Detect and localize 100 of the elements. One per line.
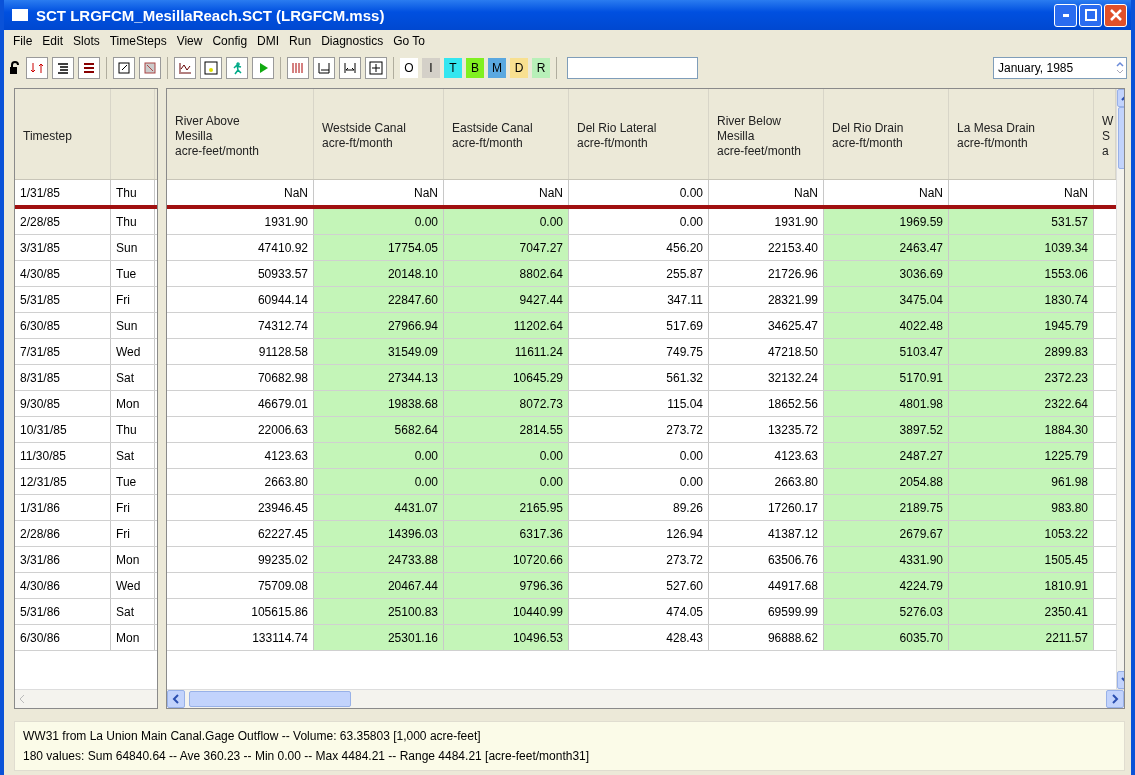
text-field[interactable]	[567, 57, 698, 79]
minimize-icon	[1062, 13, 1069, 17]
table-cell: 1039.34	[949, 235, 1094, 260]
table-cell: 5682.64	[314, 417, 444, 442]
menu-item[interactable]: Config	[207, 34, 253, 48]
crossed-window-icon	[143, 61, 157, 75]
table-cell: 0.00	[444, 209, 569, 234]
table-cell: 531.57	[949, 209, 1094, 234]
table-cell: 20148.10	[314, 261, 444, 286]
column-header: Westside Canal acre-ft/month	[314, 89, 444, 179]
table-cell: 10645.29	[444, 365, 569, 390]
toolbar-button[interactable]	[78, 57, 100, 79]
menu-item[interactable]: Diagnostics	[316, 34, 389, 48]
line-chart-icon	[178, 61, 192, 75]
close-button[interactable]	[1104, 3, 1127, 27]
table-cell: 4431.07	[314, 495, 444, 520]
table-cell: 20467.44	[314, 573, 444, 598]
scroll-thumb[interactable]	[189, 691, 351, 707]
swap-arrows-icon	[30, 61, 44, 75]
table-cell: 31549.09	[314, 339, 444, 364]
window-title: SCT LRGFCM_MesillaReach.SCT (LRGFCM.mss)	[36, 6, 386, 24]
table-cell: 0.00	[314, 469, 444, 494]
date-spinner[interactable]: January, 1985	[993, 57, 1127, 79]
maximize-icon	[1084, 9, 1097, 21]
table-cell: 983.80	[949, 495, 1094, 520]
column-header: Del Rio Lateral acre-ft/month	[569, 89, 709, 179]
table-cell: 24733.88	[314, 547, 444, 572]
width-arrows-icon	[343, 61, 357, 75]
table-cell: 2899.83	[949, 339, 1094, 364]
table-cell: 0.00	[444, 469, 569, 494]
table-cell: 2054.88	[824, 469, 949, 494]
flag-button[interactable]: B	[466, 58, 484, 78]
menu-item[interactable]: View	[171, 34, 208, 48]
columns-icon	[291, 61, 305, 75]
table-cell: 1945.79	[949, 313, 1094, 338]
scroll-right-button[interactable]	[1106, 690, 1124, 708]
bracket-icon	[317, 61, 331, 75]
column-header: River Below Mesilla acre-feet/month	[709, 89, 824, 179]
table-cell: 1505.45	[949, 547, 1094, 572]
table-cell: 3036.69	[824, 261, 949, 286]
bars-icon	[82, 61, 96, 75]
table-cell: 2814.55	[444, 417, 569, 442]
table-cell: 1969.59	[824, 209, 949, 234]
flag-button[interactable]: R	[532, 58, 550, 78]
column-header: La Mesa Drain acre-ft/month	[949, 89, 1094, 179]
table-cell: 10720.66	[444, 547, 569, 572]
menu-item[interactable]: TimeSteps	[104, 34, 172, 48]
table-cell: 10440.99	[444, 599, 569, 624]
column-header: Del Rio Drain acre-ft/month	[824, 89, 949, 179]
table-cell: 8802.64	[444, 261, 569, 286]
flag-button[interactable]: O	[400, 58, 418, 78]
rows-icon	[56, 61, 70, 75]
table-cell: 2350.41	[949, 599, 1094, 624]
table-cell: 2487.27	[824, 443, 949, 468]
menu-item[interactable]: Slots	[68, 34, 105, 48]
flag-button[interactable]: M	[488, 58, 506, 78]
table-cell: 9796.36	[444, 573, 569, 598]
expand-icon	[369, 61, 383, 75]
column-header: River Above Mesilla acre-feet/month	[167, 89, 314, 179]
table-cell: 5276.03	[824, 599, 949, 624]
status-text: WW31 from La Union Main Canal.Gage Outflow -- Volume: 63.35803 [1,000 acre-feet]	[23, 729, 482, 743]
table-cell: 25100.83	[314, 599, 444, 624]
minimize-button[interactable]	[1054, 3, 1077, 27]
table-cell: 1810.91	[949, 573, 1094, 598]
table-cell: 2372.23	[949, 365, 1094, 390]
table-cell: 27966.94	[314, 313, 444, 338]
table-cell: 2463.47	[824, 235, 949, 260]
menu-item[interactable]: Edit	[37, 34, 69, 48]
column-header: Eastside Canal acre-ft/month	[444, 89, 569, 179]
menu-item[interactable]: DMI	[252, 34, 285, 48]
close-icon	[1109, 9, 1122, 21]
table-cell: 6317.36	[444, 521, 569, 546]
table-cell: 19838.68	[314, 391, 444, 416]
table-cell: 1884.30	[949, 417, 1094, 442]
table-cell: 3897.52	[824, 417, 949, 442]
table-cell: 0.00	[444, 443, 569, 468]
table-cell: 1830.74	[949, 287, 1094, 312]
table-cell: 5103.47	[824, 339, 949, 364]
scroll-left-button[interactable]	[167, 690, 185, 708]
table-cell: 5170.91	[824, 365, 949, 390]
flag-button[interactable]: D	[510, 58, 528, 78]
menu-item[interactable]: Run	[284, 34, 317, 48]
flag-button[interactable]: T	[444, 58, 462, 78]
menu-item[interactable]: Go To	[388, 34, 430, 48]
table-cell: 9427.44	[444, 287, 569, 312]
toolbar-button[interactable]	[174, 57, 196, 79]
toolbar-button[interactable]	[52, 57, 74, 79]
table-cell: 7047.27	[444, 235, 569, 260]
table-cell: 0.00	[314, 209, 444, 234]
table-cell: 11611.24	[444, 339, 569, 364]
table-cell: 25301.16	[314, 625, 444, 650]
table-cell: 22847.60	[314, 287, 444, 312]
table-cell: 27344.13	[314, 365, 444, 390]
menu-item[interactable]: File	[8, 34, 38, 48]
maximize-button[interactable]	[1079, 3, 1102, 27]
table-cell: 6035.70	[824, 625, 949, 650]
table-cell: 4801.98	[824, 391, 949, 416]
table-cell: 961.98	[949, 469, 1094, 494]
table-cell: 4224.79	[824, 573, 949, 598]
flag-button[interactable]: I	[422, 58, 440, 78]
